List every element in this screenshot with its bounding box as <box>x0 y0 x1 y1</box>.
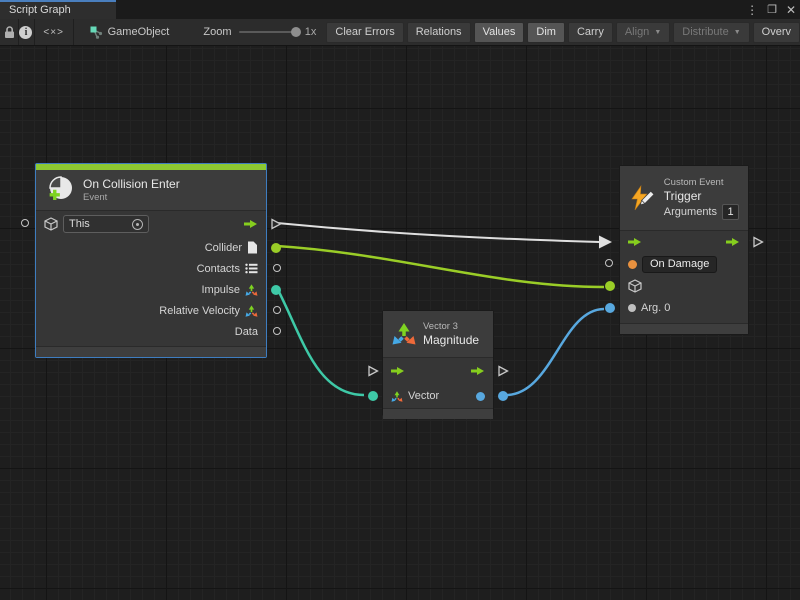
contacts-list-icon <box>245 263 258 274</box>
output-row-collider: Collider <box>36 237 266 258</box>
collision-event-icon <box>45 175 75 205</box>
overview-button[interactable]: Overv <box>753 22 800 43</box>
clear-errors-button[interactable]: Clear Errors <box>326 22 403 43</box>
node-footer <box>36 347 266 357</box>
collider-connection <box>277 246 604 287</box>
flow-out-port[interactable] <box>497 365 509 377</box>
node-type-label: Custom Event <box>664 177 739 189</box>
collider-port[interactable] <box>271 243 281 253</box>
maximize-icon[interactable]: ❐ <box>767 3 777 16</box>
node-title: Magnitude <box>423 333 479 348</box>
kebab-menu-icon[interactable]: ⋮ <box>746 3 758 17</box>
output-row-relative-velocity: Relative Velocity <box>36 300 266 321</box>
values-button[interactable]: Values <box>474 22 525 43</box>
custom-event-icon <box>629 185 656 212</box>
target-object-field[interactable]: This <box>63 215 149 233</box>
vector3-icon <box>392 323 416 345</box>
arg0-row: Arg. 0 <box>620 297 748 319</box>
flow-out-arrow-icon <box>726 237 740 247</box>
flow-connection <box>277 223 599 242</box>
output-row-contacts: Contacts <box>36 258 266 279</box>
node-subtitle: Event <box>83 192 180 204</box>
gameobject-cube-icon <box>628 279 642 293</box>
event-name-port[interactable] <box>605 259 613 267</box>
node-title: Trigger <box>664 189 739 204</box>
flow-out-port[interactable] <box>752 236 764 248</box>
chevron-down-icon: ▼ <box>654 29 661 36</box>
lock-icon <box>4 26 15 39</box>
flow-in-arrow-icon <box>628 237 642 247</box>
chevron-down-icon: ▼ <box>734 29 741 36</box>
graph-icon <box>90 26 103 39</box>
distribute-button[interactable]: Distribute ▼ <box>673 22 749 43</box>
zoom-slider-knob[interactable] <box>291 27 301 37</box>
arg0-value-dot <box>628 304 636 312</box>
collider-doc-icon <box>247 241 258 254</box>
align-button[interactable]: Align ▼ <box>616 22 670 43</box>
target-flow-row: This <box>36 211 266 237</box>
graph-owner[interactable]: GameObject <box>90 26 170 39</box>
dim-button[interactable]: Dim <box>527 22 565 43</box>
relations-button[interactable]: Relations <box>407 22 471 43</box>
arg0-port[interactable] <box>605 303 615 313</box>
zoom-label: Zoom <box>203 26 231 38</box>
node-footer <box>620 324 748 334</box>
graph-toolbar: i <×> GameObject Zoom 1x Clear Errors Re… <box>0 19 800 46</box>
event-name-row: On Damage <box>620 253 748 275</box>
script-graph-window: Script Graph ⋮ ❐ ✕ i <×> <box>0 0 800 600</box>
lock-button[interactable] <box>2 19 18 46</box>
edit-source-button[interactable]: <×> <box>34 19 73 46</box>
graph-canvas[interactable]: On Collision Enter Event This <box>0 46 800 600</box>
carry-button[interactable]: Carry <box>568 22 613 43</box>
zoom-slider[interactable] <box>239 31 296 33</box>
node-trigger-custom-event[interactable]: Custom Event Trigger Arguments 1 <box>619 165 749 335</box>
flow-out-port[interactable] <box>270 218 282 230</box>
string-value-dot <box>628 260 637 269</box>
magnitude-output-port[interactable] <box>498 391 508 401</box>
magnitude-connection <box>506 309 604 395</box>
coroutine-port[interactable] <box>21 219 29 227</box>
flow-connection-arrowhead <box>599 236 612 249</box>
flow-in-arrow-icon <box>391 366 405 376</box>
flow-row <box>620 231 748 253</box>
flow-in-port[interactable] <box>367 365 379 377</box>
node-footer <box>383 409 493 419</box>
event-name-field[interactable]: On Damage <box>642 256 717 273</box>
vector3-icon <box>245 284 258 296</box>
arguments-count-field[interactable]: 1 <box>722 204 739 220</box>
tab-script-graph[interactable]: Script Graph <box>0 0 116 19</box>
impulse-port[interactable] <box>271 285 281 295</box>
relative-velocity-port[interactable] <box>273 306 281 314</box>
output-row-impulse: Impulse <box>36 279 266 300</box>
result-value-dot <box>476 392 485 401</box>
contacts-port[interactable] <box>273 264 281 272</box>
output-row-data: Data <box>36 321 266 342</box>
flow-out-arrow-icon <box>244 219 258 229</box>
target-port[interactable] <box>605 281 615 291</box>
node-vector3-magnitude[interactable]: Vector 3 Magnitude <box>382 310 494 416</box>
target-row <box>620 275 748 297</box>
gameobject-label: GameObject <box>108 26 170 38</box>
vector-input-port[interactable] <box>368 391 378 401</box>
data-port[interactable] <box>273 327 281 335</box>
title-bar: Script Graph ⋮ ❐ ✕ <box>0 0 800 19</box>
node-title: On Collision Enter <box>83 177 180 192</box>
object-picker-icon[interactable] <box>132 219 143 230</box>
toolbar-separator <box>73 19 74 46</box>
impulse-connection <box>277 288 364 395</box>
node-on-collision-enter[interactable]: On Collision Enter Event This <box>35 163 267 358</box>
node-type-label: Vector 3 <box>423 321 479 333</box>
vector-input-row: Vector <box>383 384 493 408</box>
arguments-label: Arguments <box>664 206 717 218</box>
vector3-icon <box>245 305 258 317</box>
flow-row <box>383 358 493 384</box>
close-icon[interactable]: ✕ <box>786 3 796 17</box>
zoom-value: 1x <box>305 26 317 38</box>
flow-out-arrow-icon <box>471 366 485 376</box>
gameobject-cube-icon <box>44 217 58 231</box>
info-button[interactable]: i <box>18 19 34 46</box>
info-icon: i <box>19 26 32 39</box>
vector3-icon <box>391 391 403 402</box>
